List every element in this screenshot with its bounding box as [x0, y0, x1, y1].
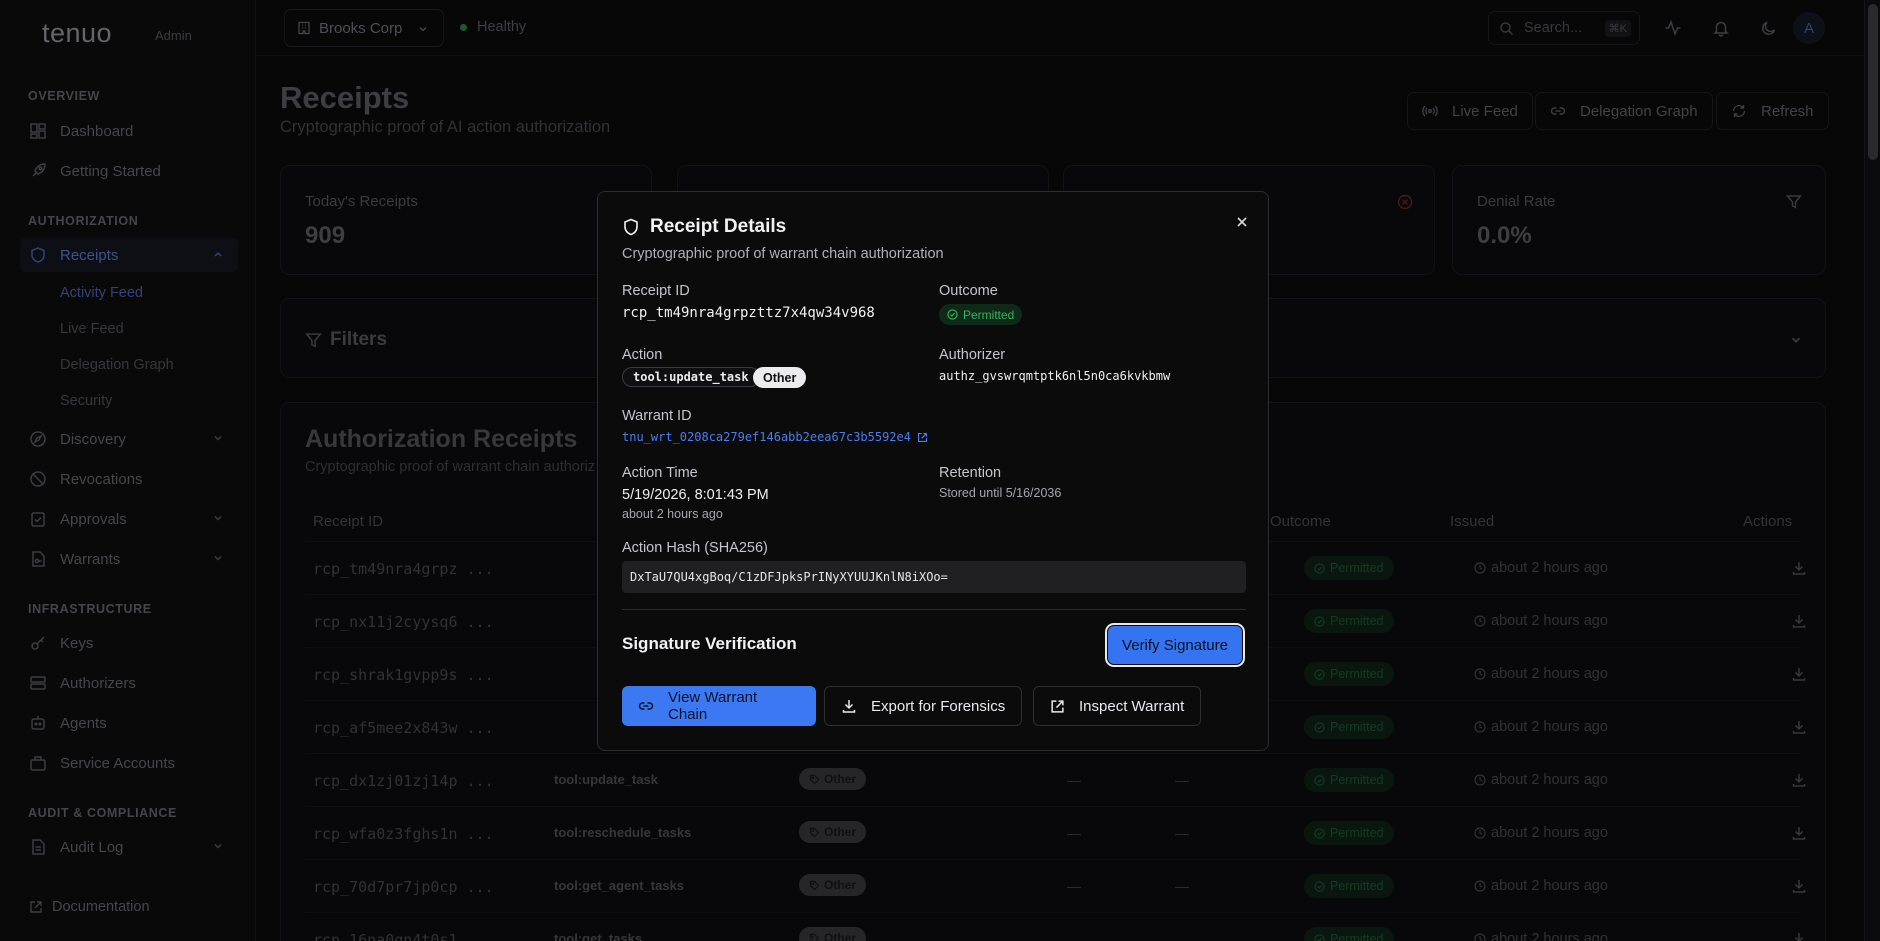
external-link-icon: [1050, 699, 1065, 714]
export-forensics-label: Export for Forensics: [871, 697, 1006, 715]
action-hash-label: Action Hash (SHA256): [622, 540, 768, 556]
receipt-details-dialog: Receipt Details Cryptographic proof of w…: [597, 191, 1269, 751]
outcome-badge: Permitted: [939, 304, 1023, 325]
action-time-label: Action Time: [622, 465, 698, 481]
inspect-warrant-label: Inspect Warrant: [1079, 697, 1185, 715]
dialog-subtitle: Cryptographic proof of warrant chain aut…: [622, 246, 944, 262]
retention-label: Retention: [939, 465, 1002, 481]
inspect-warrant-button[interactable]: Inspect Warrant: [1033, 686, 1202, 726]
download-icon: [841, 698, 857, 714]
shield-icon: [622, 218, 640, 236]
warrant-id-link[interactable]: tnu_wrt_0208ca279ef146abb2eea67c3b5592e4: [622, 430, 928, 444]
outcome-text: Permitted: [963, 307, 1015, 322]
verify-signature-button[interactable]: Verify Signature: [1105, 623, 1245, 667]
external-link-icon: [917, 432, 928, 443]
dialog-title: Receipt Details: [622, 216, 786, 238]
outcome-label: Outcome: [939, 283, 998, 299]
warrant-id-label: Warrant ID: [622, 408, 692, 424]
receipt-id-label: Receipt ID: [622, 283, 690, 299]
authorizer-value: authz_gvswrqmtptk6nl5n0ca6kvkbmw: [939, 369, 1171, 383]
action-label: Action: [622, 347, 663, 363]
action-badge: tool:update_task: [622, 367, 760, 387]
warrant-id-text: tnu_wrt_0208ca279ef146abb2eea67c3b5592e4: [622, 430, 911, 444]
retention-value: Stored until 5/16/2036: [939, 486, 1062, 500]
export-forensics-button[interactable]: Export for Forensics: [824, 686, 1023, 726]
signature-verification-title: Signature Verification: [622, 634, 797, 653]
authorizer-label: Authorizer: [939, 347, 1006, 363]
link-icon: [638, 698, 654, 714]
receipt-id-value: rcp_tm49nra4grpzttz7x4qw34v968: [622, 305, 875, 321]
action-time-value: 5/19/2026, 8:01:43 PM: [622, 487, 769, 503]
page-scrollbar[interactable]: [1864, 0, 1880, 941]
category-badge: Other: [753, 367, 807, 388]
action-time-relative: about 2 hours ago: [622, 507, 723, 521]
view-warrant-chain-button[interactable]: View Warrant Chain: [622, 686, 816, 726]
check-circle-icon: [947, 309, 958, 320]
view-warrant-chain-label: View Warrant Chain: [668, 689, 758, 723]
scrollbar-thumb[interactable]: [1868, 4, 1878, 160]
action-hash-value[interactable]: DxTaU7QU4xgBoq/C1zDFJpksPrINyXYUUJKnlN8i…: [622, 561, 1246, 593]
close-icon[interactable]: [1232, 212, 1252, 232]
divider: [622, 609, 1246, 610]
dialog-title-text: Receipt Details: [650, 216, 787, 237]
